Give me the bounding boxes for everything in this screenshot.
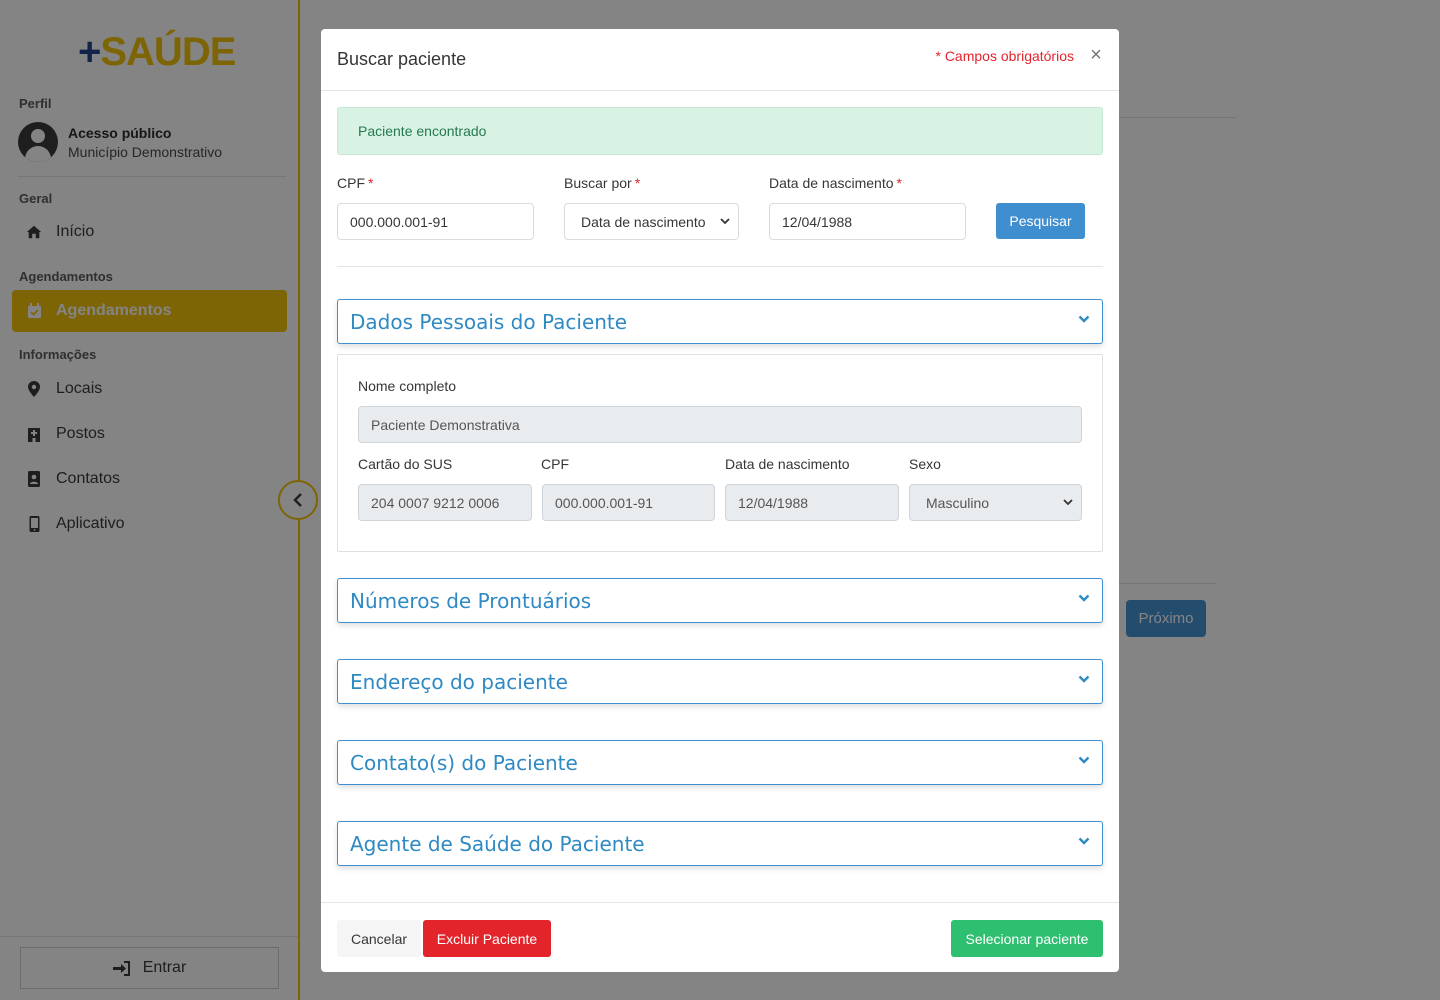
accordion-medical-records[interactable]: Números de Prontuários <box>337 578 1103 623</box>
select-patient-button[interactable]: Selecionar paciente <box>951 920 1103 957</box>
chevron-down-icon <box>1078 675 1090 684</box>
accordion-title: Dados Pessoais do Paciente <box>350 309 628 334</box>
required-mark: * <box>634 175 641 191</box>
patient-cpf-label: CPF <box>541 456 569 472</box>
dob-label: Data de nascimento * <box>769 175 902 191</box>
full-name-label: Nome completo <box>358 378 457 394</box>
accordion-health-agent[interactable]: Agente de Saúde do Paciente <box>337 821 1103 866</box>
chevron-down-icon <box>720 218 730 225</box>
accordion-title: Agente de Saúde do Paciente <box>350 831 645 856</box>
modal-header: Buscar paciente * Campos obrigatórios × <box>321 29 1119 91</box>
dob-input[interactable]: 12/04/1988 <box>769 203 966 240</box>
search-by-select[interactable]: Data de nascimento <box>564 203 739 240</box>
patient-cpf-field[interactable]: 000.000.001-91 <box>542 484 715 521</box>
accordion-title: Contato(s) do Paciente <box>350 750 578 775</box>
success-alert: Paciente encontrado <box>337 107 1103 155</box>
personal-data-panel: Nome completo Paciente Demonstrativa Car… <box>337 354 1103 552</box>
chevron-down-icon <box>1078 837 1090 846</box>
search-divider <box>337 266 1103 267</box>
required-mark: * <box>896 175 902 191</box>
cancel-button[interactable]: Cancelar <box>337 920 421 957</box>
accordion-title: Números de Prontuários <box>350 588 592 613</box>
accordion-personal-data[interactable]: Dados Pessoais do Paciente <box>337 299 1103 344</box>
sex-select[interactable]: Masculino <box>909 484 1082 521</box>
modal-title: Buscar paciente <box>337 49 467 69</box>
chevron-down-icon <box>1078 594 1090 603</box>
accordion-address[interactable]: Endereço do paciente <box>337 659 1103 704</box>
search-by-label: Buscar por * <box>564 175 641 191</box>
search-button[interactable]: Pesquisar <box>996 203 1085 239</box>
required-mark: * <box>368 175 374 191</box>
search-patient-modal: Buscar paciente * Campos obrigatórios × … <box>321 29 1119 972</box>
sus-card-label: Cartão do SUS <box>358 456 453 472</box>
cpf-input[interactable]: 000.000.001-91 <box>337 203 534 240</box>
accordion-title: Endereço do paciente <box>350 669 568 694</box>
required-fields-note: * Campos obrigatórios <box>935 48 1074 64</box>
full-name-field[interactable]: Paciente Demonstrativa <box>358 406 1082 443</box>
patient-dob-label: Data de nascimento <box>725 456 850 472</box>
sex-label: Sexo <box>909 456 941 472</box>
chevron-down-icon <box>1078 756 1090 765</box>
delete-patient-button[interactable]: Excluir Paciente <box>423 920 551 957</box>
sus-card-field[interactable]: 204 0007 9212 0006 <box>358 484 532 521</box>
accordion-contacts[interactable]: Contato(s) do Paciente <box>337 740 1103 785</box>
chevron-down-icon <box>1078 315 1090 324</box>
alert-message: Paciente encontrado <box>358 123 487 139</box>
modal-footer: Cancelar Excluir Paciente Selecionar pac… <box>321 902 1119 972</box>
patient-dob-field[interactable]: 12/04/1988 <box>725 484 899 521</box>
close-icon[interactable]: × <box>1087 44 1105 66</box>
cpf-label: CPF * <box>337 175 374 191</box>
chevron-down-icon <box>1063 499 1073 506</box>
